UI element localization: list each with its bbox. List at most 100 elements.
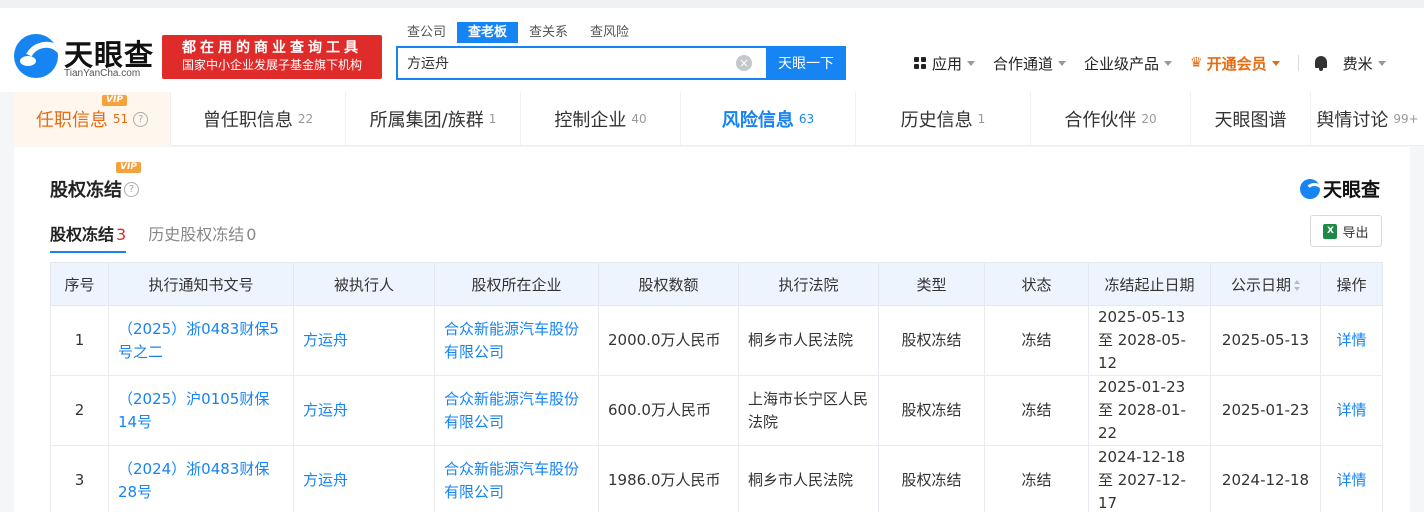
cell-court: 桐乡市人民法院 [738, 445, 879, 512]
col-header: 操作 [1320, 262, 1383, 306]
nav-user[interactable]: 费米 [1343, 53, 1386, 74]
tab-count: 1 [977, 112, 986, 126]
vip-badge: VIP [116, 162, 141, 173]
slogan-banner[interactable]: 都在用的商业查询工具 国家中小企业发展子基金旗下机构 [162, 35, 382, 79]
tab-count: 99+ [1393, 112, 1419, 126]
nav-enterprise[interactable]: 企业级产品 [1084, 53, 1173, 74]
detail-link[interactable]: 详情 [1320, 375, 1383, 446]
export-button[interactable]: X 导出 [1310, 215, 1382, 247]
search-tab-company[interactable]: 查公司 [396, 22, 457, 43]
cell-type: 股权冻结 [878, 445, 985, 512]
tab-former-positions[interactable]: 曾任职信息 22 [171, 92, 346, 146]
nav-apps-label: 应用 [932, 54, 963, 73]
crown-icon: ♛ [1190, 55, 1203, 71]
cell-company-link[interactable]: 合众新能源汽车股份有限公司 [434, 445, 599, 512]
tab-history[interactable]: 历史信息 1 [856, 92, 1031, 146]
cell-date: 2025-05-13 [1210, 305, 1321, 376]
apps-grid-icon [914, 57, 926, 69]
table-row: 1 （2025）浙0483财保5号之二 方运舟 合众新能源汽车股份有限公司 20… [50, 305, 1383, 376]
col-header: 股权所在企业 [434, 262, 599, 306]
cell-period: 2024-12-18 至 2027-12-17 [1088, 445, 1211, 512]
tab-label: 控制企业 [554, 110, 627, 131]
nav-vip[interactable]: ♛ 开通会员 [1190, 53, 1280, 74]
cell-amount: 600.0万人民币 [598, 375, 739, 446]
equity-freeze-table: 序号 执行通知书文号 被执行人 股权所在企业 股权数额 执行法院 类型 状态 冻… [50, 262, 1383, 512]
excel-icon: X [1323, 223, 1338, 239]
col-header: 被执行人 [293, 262, 435, 306]
cell-company-link[interactable]: 合众新能源汽车股份有限公司 [434, 305, 599, 376]
nav-apps[interactable]: 应用 [914, 53, 976, 74]
search-button[interactable]: 天眼一下 [766, 46, 846, 80]
tab-count: 63 [798, 112, 815, 126]
cell-status: 冻结 [984, 375, 1089, 446]
chevron-down-icon [1377, 60, 1386, 66]
tab-group[interactable]: 所属集团/族群 1 [346, 92, 521, 146]
brand-logo-icon [1299, 178, 1320, 199]
tab-controlled-companies[interactable]: 控制企业 40 [521, 92, 681, 146]
search-input[interactable] [398, 48, 718, 78]
main-tabs: VIP 任职信息 51 ? 曾任职信息 22 所属集团/族群 1 控制企业 40… [14, 92, 1424, 146]
search-box: × [396, 46, 766, 80]
cell-period: 2025-05-13 至 2028-05-12 [1088, 305, 1211, 376]
tianyancha-logo[interactable]: 天眼查 TianYanCha.com [14, 30, 154, 82]
col-header: 执行通知书文号 [108, 262, 294, 306]
top-nav: 应用 合作通道 企业级产品 ♛ 开通会员 费米 [914, 51, 1404, 75]
cell-no: 3 [50, 445, 109, 512]
tab-public-opinion[interactable]: 舆情讨论 99+ [1311, 92, 1424, 146]
subtab-equity-freeze[interactable]: 股权冻结 3 [50, 221, 127, 253]
search-tab-relation[interactable]: 查关系 [518, 22, 579, 43]
help-icon[interactable]: ? [133, 111, 149, 127]
brand-name: 天眼查 [1322, 179, 1380, 201]
cell-company-link[interactable]: 合众新能源汽车股份有限公司 [434, 375, 599, 446]
clear-icon[interactable]: × [736, 55, 752, 71]
cell-no: 1 [50, 305, 109, 376]
cell-type: 股权冻结 [878, 305, 985, 376]
nav-enterprise-label: 企业级产品 [1084, 54, 1160, 73]
vip-badge: VIP [102, 95, 127, 106]
table-header-row: 序号 执行通知书文号 被执行人 股权所在企业 股权数额 执行法院 类型 状态 冻… [50, 262, 1383, 306]
search-tab-boss[interactable]: 查老板 [457, 22, 519, 43]
cell-amount: 1986.0万人民币 [598, 445, 739, 512]
tab-count: 51 [112, 112, 129, 126]
cell-doc-link[interactable]: （2025）沪0105财保14号 [108, 375, 294, 446]
tab-label: 舆情讨论 [1316, 110, 1389, 131]
cell-doc-link[interactable]: （2024）浙0483财保28号 [108, 445, 294, 512]
cell-person-link[interactable]: 方运舟 [293, 375, 435, 446]
table-row: 2 （2025）沪0105财保14号 方运舟 合众新能源汽车股份有限公司 600… [50, 375, 1383, 446]
tab-label: 曾任职信息 [202, 110, 293, 131]
cell-person-link[interactable]: 方运舟 [293, 305, 435, 376]
bell-icon[interactable] [1313, 55, 1329, 71]
tab-risk-info[interactable]: 风险信息 63 [681, 92, 856, 146]
slogan-line1: 都在用的商业查询工具 [182, 40, 362, 56]
col-header-label: 公示日期 [1230, 275, 1291, 294]
help-icon[interactable]: ? [124, 181, 139, 197]
tab-count: 20 [1141, 112, 1157, 126]
tab-count: 22 [297, 112, 314, 126]
tab-partners[interactable]: 合作伙伴 20 [1031, 92, 1191, 146]
cell-doc-link[interactable]: （2025）浙0483财保5号之二 [108, 305, 294, 376]
slogan-line2: 国家中小企业发展子基金旗下机构 [181, 58, 362, 72]
tab-label: 风险信息 [721, 110, 794, 131]
chevron-down-icon [967, 60, 976, 66]
cell-person-link[interactable]: 方运舟 [293, 445, 435, 512]
cell-date: 2024-12-18 [1210, 445, 1321, 512]
subtab-history-equity-freeze[interactable]: 历史股权冻结 0 [148, 221, 256, 253]
col-header-sortable[interactable]: 公示日期 [1210, 262, 1321, 306]
sort-icon[interactable] [1294, 279, 1300, 291]
logo-url: TianYanCha.com [64, 68, 141, 79]
nav-channel[interactable]: 合作通道 [993, 53, 1067, 74]
tab-count: 40 [631, 112, 647, 126]
tab-current-positions[interactable]: VIP 任职信息 51 ? [14, 92, 171, 146]
col-header: 序号 [50, 262, 109, 306]
cell-status: 冻结 [984, 305, 1089, 376]
detail-link[interactable]: 详情 [1320, 305, 1383, 376]
tab-graph[interactable]: 天眼图谱 [1191, 92, 1311, 146]
search-type-tabs: 查公司 查老板 查关系 查风险 [396, 22, 640, 44]
equity-freeze-panel: VIP 股权冻结 ? 天眼查 股权冻结 3 历史股权冻结 0 X 导出 序号 执行通… [14, 147, 1410, 512]
tab-label: 合作伙伴 [1064, 110, 1137, 131]
sub-tabs: 股权冻结 3 历史股权冻结 0 [50, 221, 278, 253]
detail-link[interactable]: 详情 [1320, 445, 1383, 512]
search-tab-risk[interactable]: 查风险 [579, 22, 640, 43]
subtab-count: 0 [246, 225, 257, 244]
chevron-down-icon [1058, 60, 1067, 66]
